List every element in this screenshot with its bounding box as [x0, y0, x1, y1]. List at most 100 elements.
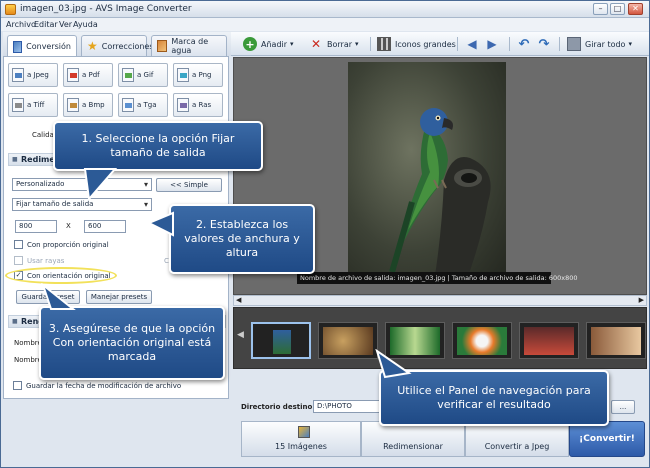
width-input[interactable]: 800	[15, 220, 57, 233]
orientation-highlight-ring	[5, 267, 117, 284]
format-pdf-button[interactable]: a Pdf	[63, 63, 113, 87]
left-tab-strip: Conversión ★ Correcciones Marca de agua	[3, 32, 231, 57]
tiff-file-icon	[12, 98, 24, 112]
dropdown-arrow-icon: ▾	[628, 40, 632, 48]
format-jpeg-button[interactable]: a Jpeg	[8, 63, 58, 87]
callout-3-pointer	[41, 283, 76, 310]
use-rays-checkbox[interactable]: Usar rayas	[14, 256, 64, 265]
step-images[interactable]: 15 Imágenes	[241, 421, 361, 457]
tab-conversion[interactable]: Conversión	[7, 35, 77, 57]
navigation-panel: ◀	[233, 307, 647, 369]
thumbnail[interactable]	[586, 322, 646, 359]
format-bmp-label: a Bmp	[82, 101, 105, 109]
name-label-2: Nombre	[14, 356, 42, 364]
quality-label: Calida	[32, 131, 54, 139]
manage-presets-button[interactable]: Manejar presets	[86, 290, 152, 304]
format-bmp-button[interactable]: a Bmp	[63, 93, 113, 117]
convert-button[interactable]: ¡Convertir!	[569, 421, 645, 457]
checkbox-box	[14, 256, 23, 265]
delete-icon: ✕	[310, 37, 322, 51]
format-jpeg-label: a Jpeg	[27, 71, 49, 79]
thumbnail[interactable]	[519, 322, 579, 359]
next-button[interactable]: ▶	[485, 36, 503, 52]
app-window: imagen_03.jpg - AVS Image Converter – □ …	[0, 0, 650, 468]
app-icon	[5, 4, 16, 15]
maximize-button[interactable]: □	[610, 3, 625, 15]
step-resize-label: Redimensionar	[383, 442, 443, 451]
format-png-label: a Png	[192, 71, 212, 79]
delete-button[interactable]: ✕ Borrar ▾	[309, 36, 359, 52]
keep-date-checkbox[interactable]: Guardar la fecha de modificación de arch…	[13, 381, 181, 390]
menu-editar[interactable]: Editar	[34, 20, 58, 29]
rotate-left-button[interactable]: ↶	[517, 36, 535, 52]
format-tga-label: a Tga	[137, 101, 157, 109]
delete-label: Borrar	[327, 39, 353, 49]
times-label: X	[66, 222, 71, 230]
add-button[interactable]: + Añadir ▾	[243, 36, 294, 52]
tga-file-icon	[122, 98, 134, 112]
menu-archivo[interactable]: Archivo	[6, 20, 36, 29]
height-input[interactable]: 600	[84, 220, 126, 233]
preview-caption: Nombre de archivo de salida: imagen_03.j…	[297, 272, 578, 284]
format-tga-button[interactable]: a Tga	[118, 93, 168, 117]
images-icon	[298, 426, 310, 438]
tab-marca-label: Marca de agua	[171, 37, 209, 55]
simple-button[interactable]: << Simple	[156, 178, 222, 192]
rotate-all-label: Girar todo	[585, 39, 626, 49]
rotate-all-button[interactable]: Girar todo ▾	[567, 36, 632, 52]
format-pdf-label: a Pdf	[82, 71, 100, 79]
gif-file-icon	[122, 68, 134, 82]
tab-marca-de-agua[interactable]: Marca de agua	[151, 35, 227, 56]
checkbox-box	[13, 381, 22, 390]
toolbar-separator	[457, 37, 458, 51]
toolbar-separator	[509, 37, 510, 51]
rotate-left-icon: ↶	[518, 36, 530, 52]
arrow-left-icon: ◀	[467, 37, 477, 51]
format-tiff-button[interactable]: a Tiff	[8, 93, 58, 117]
thumbnail-selected[interactable]	[251, 322, 311, 359]
keep-date-label: Guardar la fecha de modificación de arch…	[26, 381, 182, 390]
rotate-right-icon: ↷	[538, 36, 550, 52]
callout-navigation: Utilice el Panel de navegación para veri…	[379, 370, 609, 426]
callout-2-pointer	[147, 211, 174, 237]
close-button[interactable]: ✕	[628, 3, 643, 15]
step-convert[interactable]: Convertir a Jpeg	[465, 421, 569, 457]
preview-scrollbar[interactable]: ◀ ▶	[233, 295, 647, 306]
destination-label: Directorio destino	[241, 403, 313, 411]
format-ras-button[interactable]: a Ras	[173, 93, 223, 117]
tab-correcciones[interactable]: ★ Correcciones	[81, 35, 154, 56]
name-label: Nombre	[14, 339, 42, 347]
callout-step-3: 3. Asegúrese de que la opción Con orient…	[39, 306, 225, 380]
thumbnail[interactable]	[318, 322, 378, 359]
menu-ayuda[interactable]: Ayuda	[73, 20, 98, 29]
format-png-button[interactable]: a Png	[173, 63, 223, 87]
menu-ver[interactable]: Ver	[59, 20, 72, 29]
scroll-left-icon[interactable]: ◀	[236, 296, 241, 304]
jpeg-file-icon	[12, 68, 24, 82]
minimize-button[interactable]: –	[593, 3, 608, 15]
previous-button[interactable]: ◀	[465, 36, 483, 52]
format-gif-button[interactable]: a Gif	[118, 63, 168, 87]
dropdown-arrow-icon: ▾	[290, 40, 294, 48]
pdf-file-icon	[67, 68, 79, 82]
main-toolbar: + Añadir ▾ ✕ Borrar ▾ Iconos grandes ◀ ▶…	[231, 32, 649, 56]
format-tiff-label: a Tiff	[27, 101, 45, 109]
keep-proportion-checkbox[interactable]: Con proporción original	[14, 240, 109, 249]
scroll-right-icon[interactable]: ▶	[639, 296, 644, 304]
large-icons-button[interactable]: Iconos grandes	[377, 36, 456, 52]
browse-button[interactable]: ...	[611, 400, 635, 414]
callout-1-pointer	[83, 168, 118, 201]
grid-icon	[377, 37, 391, 51]
checkbox-box	[14, 240, 23, 249]
arrow-right-icon: ▶	[487, 37, 497, 51]
png-file-icon	[177, 68, 189, 82]
nav-left-icon[interactable]: ◀	[237, 330, 244, 340]
rotate-right-button[interactable]: ↷	[537, 36, 555, 52]
format-ras-label: a Ras	[192, 101, 212, 109]
callout-step-1: 1. Seleccione la opción Fijar tamaño de …	[53, 121, 263, 171]
thumbnail[interactable]	[452, 322, 512, 359]
step-resize[interactable]: Redimensionar	[361, 421, 465, 457]
title-bar[interactable]: imagen_03.jpg - AVS Image Converter – □ …	[1, 1, 649, 18]
parrot-photo	[348, 62, 506, 282]
callout-step-2: 2. Establezca los valores de anchura y a…	[169, 204, 315, 274]
